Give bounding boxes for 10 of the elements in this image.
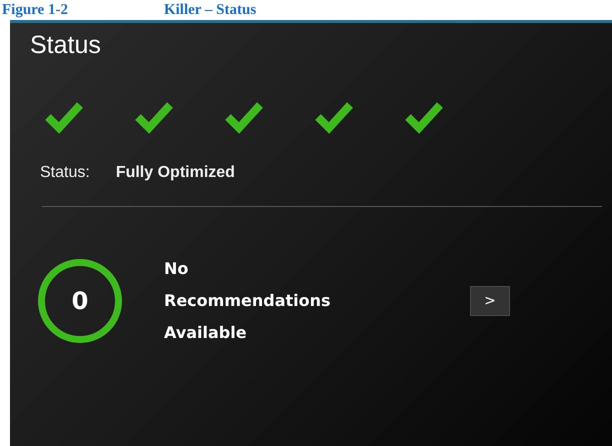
recommendation-count: 0 <box>38 259 122 343</box>
figure-caption: Killer – Status <box>164 2 256 18</box>
recommendation-text: Recommendations <box>164 290 331 312</box>
panel-title: Status <box>30 31 101 60</box>
next-button[interactable]: > <box>470 286 510 316</box>
status-value: Fully Optimized <box>116 164 235 182</box>
recommendation-text: No <box>164 258 188 280</box>
recommendation-text: Available <box>164 322 247 344</box>
status-label: Status: <box>40 164 90 182</box>
figure-number: Figure 1-2 <box>2 2 68 18</box>
